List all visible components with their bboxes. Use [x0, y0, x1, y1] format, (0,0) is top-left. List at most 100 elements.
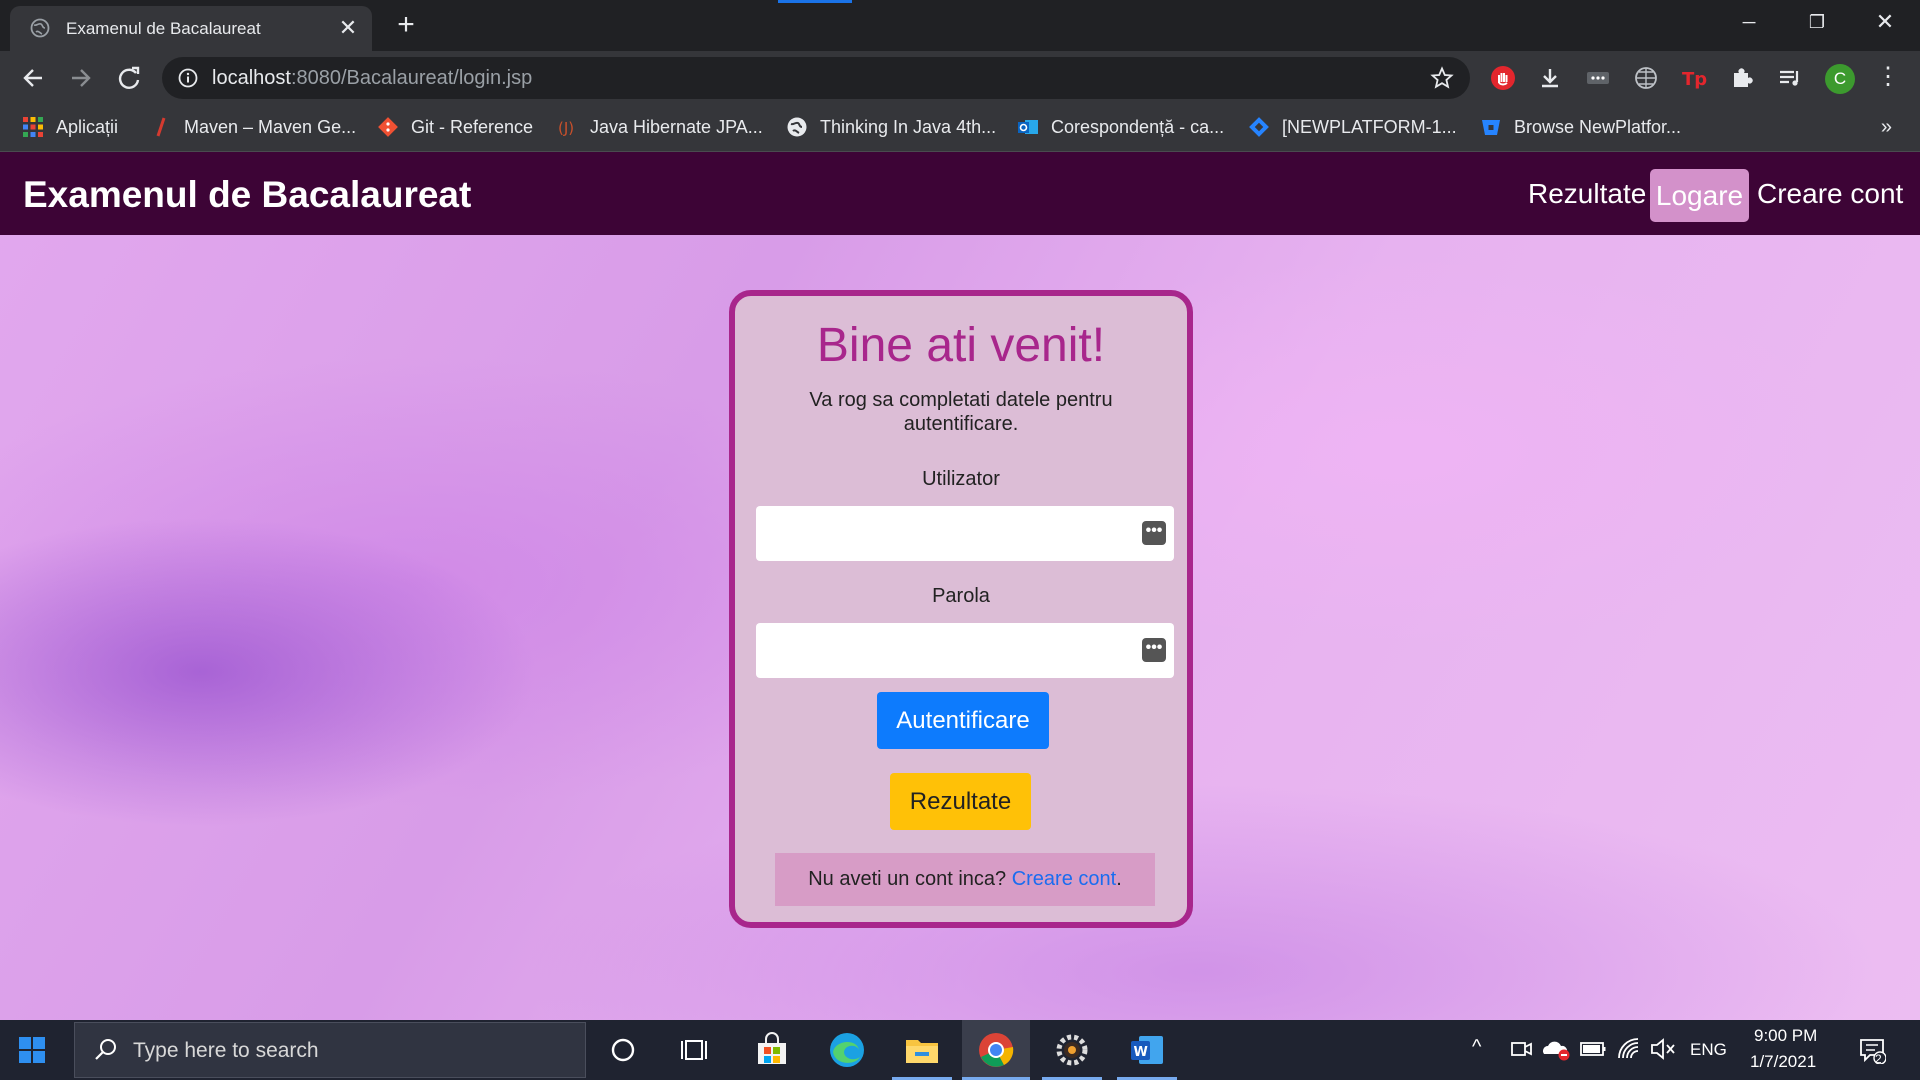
- meet-now-icon[interactable]: [1506, 1034, 1536, 1064]
- signup-link[interactable]: Creare cont: [1012, 868, 1117, 890]
- globe-icon: [787, 117, 807, 137]
- language-indicator[interactable]: ENG: [1690, 1040, 1727, 1060]
- restore-icon[interactable]: ❐: [1794, 6, 1840, 38]
- vpn-globe-icon[interactable]: [1633, 65, 1659, 91]
- rezultate-button[interactable]: Rezultate: [890, 773, 1031, 830]
- bookmark-bitbucket[interactable]: Browse NewPlatfor...: [1480, 114, 1681, 140]
- address-bar[interactable]: localhost:8080/Bacalaureat/login.jsp: [162, 57, 1470, 99]
- extensions-puzzle-icon[interactable]: [1729, 65, 1755, 91]
- browser-tab-active[interactable]: Examenul de Bacalaureat ✕: [10, 6, 372, 51]
- tab-loading-indicator: [778, 0, 852, 3]
- url-path: :8080/Bacalaureat/login.jsp: [290, 67, 533, 89]
- apps-grid-icon: [23, 117, 43, 137]
- bookmark-label: [NEWPLATFORM-1...: [1282, 116, 1457, 137]
- bookmark-label: Thinking In Java 4th...: [820, 116, 997, 137]
- taskbar-search-box[interactable]: Type here to search: [74, 1022, 586, 1078]
- media-queue-icon[interactable]: [1777, 65, 1803, 91]
- tab-title: Examenul de Bacalaureat: [66, 19, 261, 38]
- login-card: Bine ati venit! Va rog sa completati dat…: [729, 290, 1193, 928]
- bookmark-apps[interactable]: Aplicații: [22, 114, 118, 140]
- bookmark-star-icon[interactable]: [1430, 66, 1454, 90]
- password-input[interactable]: •••: [756, 623, 1174, 678]
- chrome-icon[interactable]: [976, 1030, 1016, 1070]
- signup-prompt: Nu aveti un cont inca?: [808, 868, 1007, 890]
- translate-tp-icon[interactable]: Tp: [1681, 65, 1707, 91]
- bookmark-label: Maven – Maven Ge...: [184, 116, 357, 137]
- login-subtitle: Va rog sa completati datele pentru auten…: [809, 389, 1113, 435]
- nav-link-creare-cont[interactable]: Creare cont: [1757, 178, 1903, 210]
- windows-start-icon[interactable]: [18, 1036, 46, 1064]
- site-info-icon[interactable]: [178, 68, 198, 88]
- reload-icon[interactable]: [112, 61, 146, 95]
- username-label: Utilizator: [922, 468, 1000, 490]
- clock-time[interactable]: 9:00 PM: [1754, 1026, 1817, 1046]
- password-manager-icon[interactable]: [1585, 65, 1611, 91]
- git-icon: [378, 117, 398, 137]
- clock-date[interactable]: 1/7/2021: [1750, 1052, 1816, 1072]
- nav-link-rezultate[interactable]: Rezultate: [1528, 178, 1646, 210]
- onedrive-error-icon[interactable]: [1540, 1034, 1572, 1064]
- outlook-icon: [1018, 120, 1038, 134]
- microsoft-store-icon[interactable]: [752, 1030, 792, 1070]
- profile-avatar[interactable]: C: [1825, 64, 1855, 94]
- back-arrow-icon[interactable]: [16, 61, 50, 95]
- file-explorer-icon[interactable]: [902, 1030, 942, 1070]
- bookmarks-overflow-icon[interactable]: »: [1881, 116, 1892, 139]
- forward-arrow-icon[interactable]: [64, 61, 98, 95]
- login-title: Bine ati venit!: [816, 319, 1106, 372]
- globe-favicon-icon: [30, 18, 50, 38]
- jira-icon: [1249, 117, 1269, 137]
- autofill-key-icon[interactable]: •••: [1142, 638, 1166, 662]
- minimize-icon[interactable]: ─: [1726, 6, 1772, 38]
- bookmark-outlook[interactable]: Corespondență - ca...: [1017, 114, 1224, 140]
- bookmarks-bar: Aplicații Maven – Maven Ge... Git - Refe…: [0, 104, 1920, 152]
- bookmark-maven[interactable]: Maven – Maven Ge...: [150, 114, 356, 140]
- new-tab-plus-icon[interactable]: +: [390, 10, 422, 42]
- edge-browser-icon[interactable]: [827, 1030, 867, 1070]
- tab-close-icon[interactable]: ✕: [336, 16, 360, 40]
- settings-gear-app-icon[interactable]: [1052, 1030, 1092, 1070]
- web-page: Examenul de Bacalaureat Rezultate Logare…: [0, 152, 1920, 1020]
- download-icon[interactable]: [1537, 65, 1563, 91]
- bookmark-label: Aplicații: [56, 116, 119, 137]
- svg-text:(J): (J): [558, 119, 574, 137]
- maven-icon: [156, 117, 166, 137]
- username-input[interactable]: •••: [756, 506, 1174, 561]
- browser-toolbar: localhost:8080/Bacalaureat/login.jsp Tp …: [0, 51, 1920, 104]
- bookmark-label: Corespondență - ca...: [1051, 116, 1225, 137]
- java-icon: (J): [558, 119, 574, 137]
- bookmark-label: Git - Reference: [411, 116, 534, 137]
- chrome-menu-icon[interactable]: ⋮: [1876, 63, 1900, 93]
- password-label: Parola: [932, 585, 990, 607]
- word-icon[interactable]: W: [1127, 1030, 1167, 1070]
- adblock-hand-icon[interactable]: [1490, 65, 1516, 91]
- url-text[interactable]: localhost:8080/Bacalaureat/login.jsp: [212, 67, 532, 90]
- tray-overflow-chevron-icon[interactable]: ^: [1472, 1036, 1481, 1059]
- bitbucket-icon: [1482, 120, 1500, 135]
- bookmark-git[interactable]: Git - Reference: [377, 114, 533, 140]
- windows-taskbar: Type here to search W ^ ENG 9:00 PM 1/7/…: [0, 1020, 1920, 1080]
- task-view-icon[interactable]: [676, 1030, 716, 1070]
- url-host: localhost: [212, 67, 291, 89]
- autofill-key-icon[interactable]: •••: [1142, 521, 1166, 545]
- svg-text:Tp: Tp: [1682, 69, 1707, 90]
- cortana-icon[interactable]: [603, 1030, 643, 1070]
- close-window-icon[interactable]: ✕: [1862, 6, 1908, 38]
- signup-suffix: .: [1116, 868, 1122, 890]
- volume-muted-icon[interactable]: [1648, 1034, 1678, 1064]
- svg-text:W: W: [1134, 1045, 1148, 1060]
- autentificare-button[interactable]: Autentificare: [877, 692, 1049, 749]
- bookmark-java-hibernate[interactable]: (J) Java Hibernate JPA...: [556, 114, 763, 140]
- bookmark-label: Java Hibernate JPA...: [590, 116, 763, 137]
- battery-icon[interactable]: [1578, 1034, 1608, 1064]
- bookmark-jira[interactable]: [NEWPLATFORM-1...: [1248, 114, 1457, 140]
- tab-strip: Examenul de Bacalaureat ✕ + ─ ❐ ✕: [0, 0, 1920, 51]
- search-placeholder: Type here to search: [133, 1039, 319, 1062]
- notification-count: 2: [1875, 1052, 1882, 1066]
- nav-link-logare[interactable]: Logare: [1650, 169, 1749, 222]
- wifi-icon[interactable]: [1614, 1034, 1644, 1064]
- site-navbar: Examenul de Bacalaureat Rezultate Logare…: [0, 152, 1920, 235]
- signup-alert: Nu aveti un cont inca? Creare cont.: [775, 853, 1155, 906]
- site-brand[interactable]: Examenul de Bacalaureat: [23, 174, 471, 216]
- bookmark-thinking-in-java[interactable]: Thinking In Java 4th...: [786, 114, 996, 140]
